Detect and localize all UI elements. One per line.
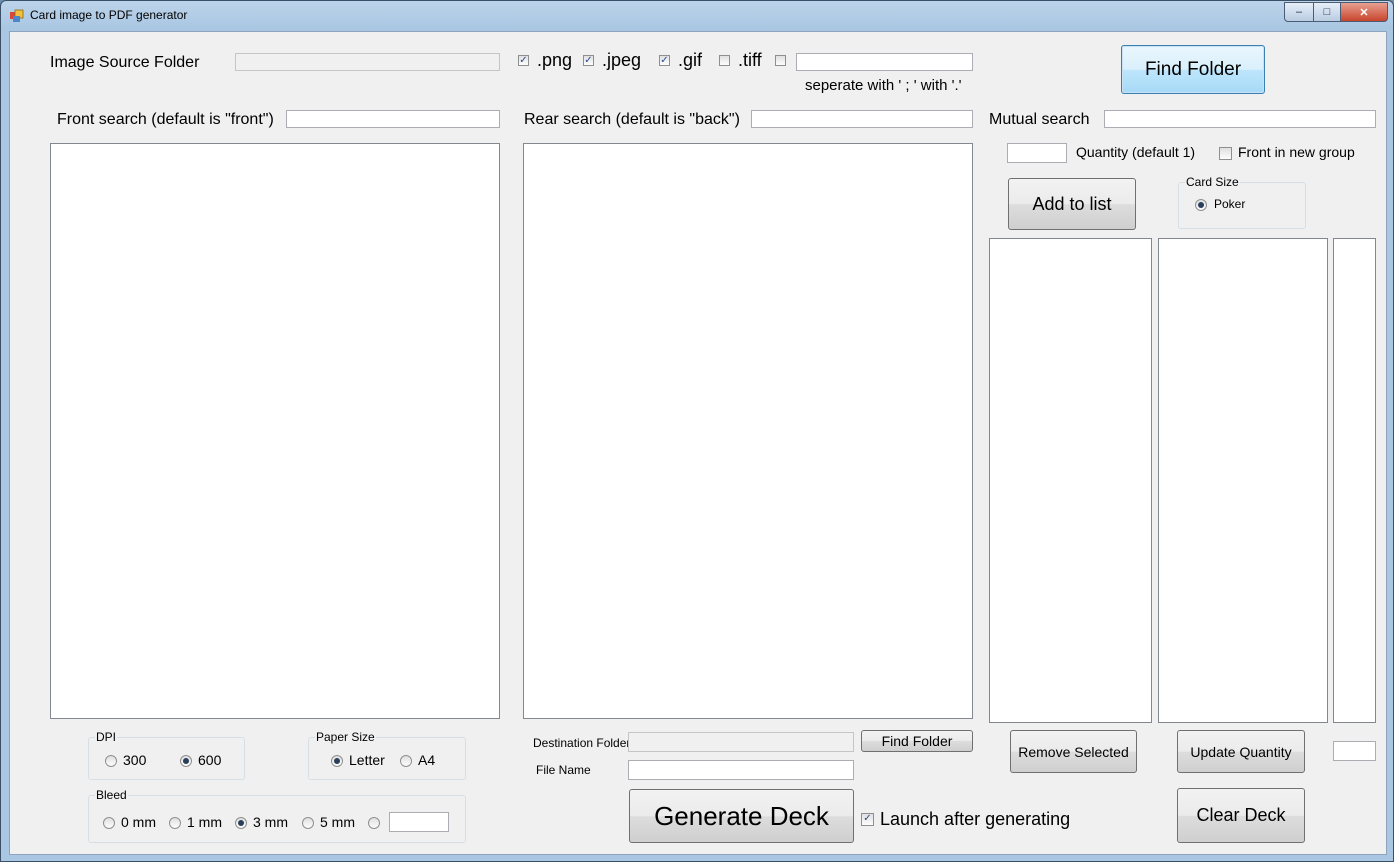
front-in-new-group-label: Front in new group <box>1238 144 1355 160</box>
launch-after-generating-label: Launch after generating <box>880 809 1071 829</box>
bleed-3mm-radio[interactable] <box>235 817 247 829</box>
tiff-checkbox[interactable] <box>719 55 730 66</box>
bleed-custom-field[interactable] <box>389 812 449 832</box>
rear-image-list[interactable] <box>523 143 973 719</box>
update-quantity-button[interactable]: Update Quantity <box>1177 730 1305 773</box>
bleed-5mm-radio[interactable] <box>302 817 314 829</box>
front-search-field[interactable] <box>286 110 500 128</box>
dpi-300-label: 300 <box>123 752 147 768</box>
custom-extension-checkbox[interactable] <box>775 55 786 66</box>
clear-deck-button[interactable]: Clear Deck <box>1177 788 1305 843</box>
app-window: Card image to PDF generator – □ ✕ Image … <box>0 0 1394 862</box>
rear-search-field[interactable] <box>751 110 973 128</box>
quantity-field[interactable] <box>1007 143 1067 163</box>
quantity-label: Quantity (default 1) <box>1076 144 1196 160</box>
image-source-path-field[interactable] <box>235 53 500 71</box>
dpi-300-radio[interactable] <box>105 755 117 767</box>
generate-deck-button[interactable]: Generate Deck <box>629 789 854 843</box>
a4-radio[interactable] <box>400 755 412 767</box>
front-in-new-group-checkbox[interactable] <box>1219 147 1232 160</box>
tiff-label: .tiff <box>738 50 762 70</box>
destination-folder-field[interactable] <box>628 732 854 752</box>
paper-size-title: Paper Size <box>315 730 376 744</box>
letter-radio[interactable] <box>331 755 343 767</box>
bleed-custom-radio[interactable] <box>368 817 380 829</box>
bleed-1mm-label: 1 mm <box>187 814 222 830</box>
update-quantity-field[interactable] <box>1333 741 1376 761</box>
deck-front-list[interactable] <box>989 238 1152 723</box>
app-icon <box>10 9 24 22</box>
dpi-group: DPI 300 600 <box>88 730 245 780</box>
dpi-600-radio[interactable] <box>180 755 192 767</box>
find-source-folder-button[interactable]: Find Folder <box>1121 45 1265 94</box>
mutual-search-label: Mutual search <box>989 111 1090 128</box>
find-destination-folder-button[interactable]: Find Folder <box>861 730 973 752</box>
title-bar[interactable]: Card image to PDF generator – □ ✕ <box>1 1 1393 31</box>
poker-label: Poker <box>1214 197 1246 211</box>
custom-extension-field[interactable] <box>796 53 973 71</box>
close-button[interactable]: ✕ <box>1341 2 1388 22</box>
a4-label: A4 <box>418 752 436 768</box>
image-source-label: Image Source Folder <box>50 54 200 71</box>
bleed-5mm-label: 5 mm <box>320 814 355 830</box>
bleed-title: Bleed <box>95 788 128 802</box>
remove-selected-button[interactable]: Remove Selected <box>1010 730 1137 773</box>
window-title: Card image to PDF generator <box>30 8 188 22</box>
deck-quantity-list[interactable] <box>1333 238 1376 723</box>
bleed-1mm-radio[interactable] <box>169 817 181 829</box>
jpeg-checkbox[interactable]: ✓ <box>583 55 594 66</box>
bleed-0mm-label: 0 mm <box>121 814 156 830</box>
minimize-button[interactable]: – <box>1284 2 1314 22</box>
gif-checkbox[interactable]: ✓ <box>659 55 670 66</box>
card-size-group: Card Size Poker <box>1178 175 1306 229</box>
poker-radio[interactable] <box>1195 199 1207 211</box>
jpeg-label: .jpeg <box>602 50 642 70</box>
add-to-list-button[interactable]: Add to list <box>1008 178 1136 230</box>
png-checkbox[interactable]: ✓ <box>518 55 529 66</box>
bleed-3mm-label: 3 mm <box>253 814 288 830</box>
front-image-list[interactable] <box>50 143 500 719</box>
deck-rear-list[interactable] <box>1158 238 1328 723</box>
client-area: Image Source Folder ✓ .png ✓ .jpeg ✓ .gi… <box>9 31 1387 855</box>
dpi-title: DPI <box>95 730 118 744</box>
maximize-button[interactable]: □ <box>1314 2 1341 22</box>
card-size-title: Card Size <box>1185 175 1240 189</box>
mutual-search-field[interactable] <box>1104 110 1376 128</box>
file-name-field[interactable] <box>628 760 854 780</box>
png-label: .png <box>537 50 573 70</box>
caption-buttons: – □ ✕ <box>1284 2 1388 22</box>
separator-hint: seperate with ' ; ' with '.' <box>805 77 962 94</box>
bleed-group: Bleed 0 mm 1 mm 3 mm 5 mm <box>88 788 466 843</box>
launch-after-generating-checkbox[interactable]: ✓ <box>861 813 874 826</box>
file-name-label: File Name <box>536 763 591 777</box>
rear-search-label: Rear search (default is "back") <box>524 111 740 128</box>
dpi-600-label: 600 <box>198 752 222 768</box>
bleed-0mm-radio[interactable] <box>103 817 115 829</box>
paper-size-group: Paper Size Letter A4 <box>308 730 466 780</box>
front-search-label: Front search (default is "front") <box>57 111 274 128</box>
destination-folder-label: Destination Folder <box>533 736 631 750</box>
letter-label: Letter <box>349 752 385 768</box>
gif-label: .gif <box>678 50 703 70</box>
